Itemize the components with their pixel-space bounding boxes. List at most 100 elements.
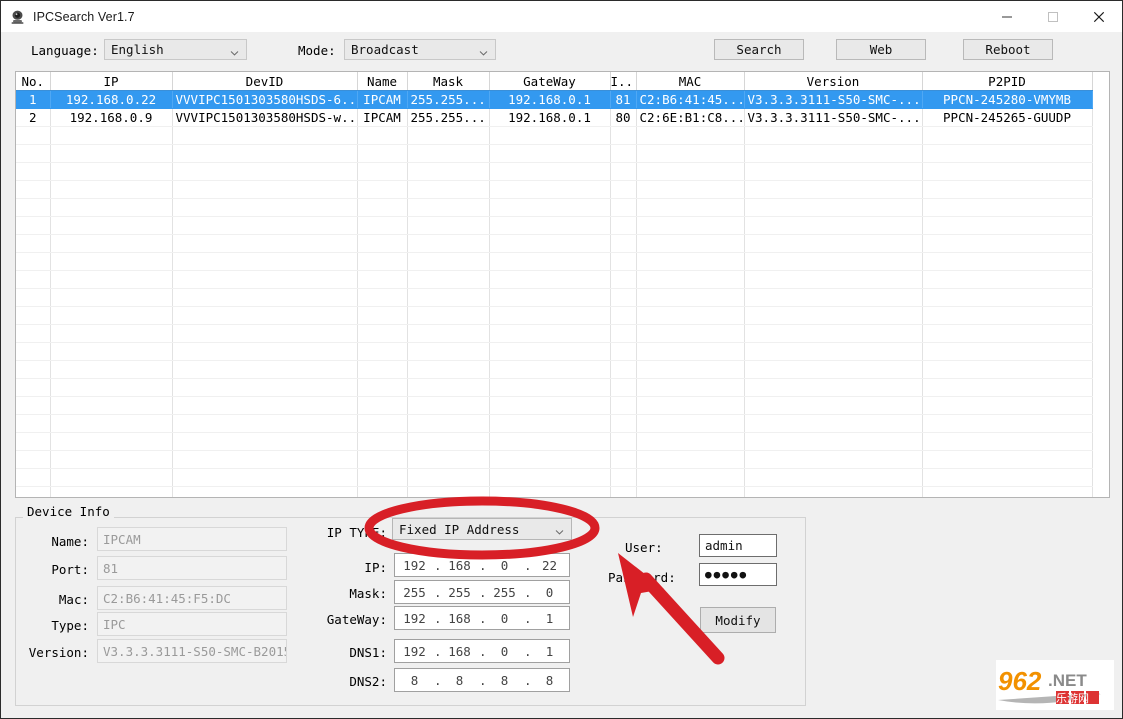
table-header-cell[interactable]: Version [744, 72, 923, 91]
table-row-empty[interactable] [16, 126, 1093, 145]
gateway-octet[interactable]: 192 [395, 611, 434, 626]
table-row-empty[interactable] [16, 324, 1093, 343]
password-input[interactable]: ●●●●● [699, 563, 777, 586]
title-bar-left: IPCSearch Ver1.7 [10, 1, 135, 32]
table-cell-empty [922, 216, 1093, 235]
type-field[interactable]: IPC [97, 612, 287, 636]
table-cell-empty [16, 342, 51, 361]
dns2-input[interactable]: 8.8.8.8 [394, 668, 570, 692]
mask-input[interactable]: 255. 255. 255. 0 [394, 580, 570, 604]
table-cell-empty [744, 180, 923, 199]
ip-octet[interactable]: 168 [440, 558, 479, 573]
table-row-empty[interactable] [16, 216, 1093, 235]
dns1-input[interactable]: 192. 168. 0. 1 [394, 639, 570, 663]
table-row-empty[interactable] [16, 270, 1093, 289]
table-header-cell[interactable]: GateWay [489, 72, 611, 91]
table-header-cell[interactable]: I... [610, 72, 637, 91]
mask-octet[interactable]: 0 [530, 585, 569, 600]
chevron-down-icon [230, 45, 239, 56]
table-row-empty[interactable] [16, 198, 1093, 217]
table-row-empty[interactable] [16, 432, 1093, 451]
ip-octet[interactable]: 0 [485, 558, 524, 573]
port-field[interactable]: 81 [97, 556, 287, 580]
table-row-empty[interactable] [16, 288, 1093, 307]
table-cell-empty [16, 306, 51, 325]
gateway-octet[interactable]: 1 [530, 611, 569, 626]
table-header-cell[interactable]: Name [357, 72, 408, 91]
table-row-empty[interactable] [16, 162, 1093, 181]
mode-select[interactable]: Broadcast [344, 39, 496, 60]
ip-input[interactable]: 192. 168. 0. 22 [394, 553, 570, 577]
table-row-empty[interactable] [16, 252, 1093, 271]
table-cell-empty [50, 288, 173, 307]
maximize-button[interactable] [1030, 1, 1076, 32]
table-cell-empty [636, 162, 745, 181]
table-row-empty[interactable] [16, 468, 1093, 487]
mask-octet[interactable]: 255 [395, 585, 434, 600]
dns2-octet[interactable]: 8 [485, 673, 524, 688]
gateway-octet[interactable]: 0 [485, 611, 524, 626]
dns2-octet[interactable]: 8 [440, 673, 479, 688]
table-cell-empty [489, 288, 611, 307]
table-row[interactable]: 2 192.168.0.9 VVVIPC1501303580HSDS-w... IPC… [16, 108, 1093, 127]
table-row[interactable]: 1 192.168.0.22 VVVIPC1501303580HSDS-6... IP… [16, 90, 1093, 109]
modify-button[interactable]: Modify [700, 607, 776, 633]
table-header-cell[interactable]: No. [16, 72, 51, 91]
table-cell-empty [357, 414, 408, 433]
table-row-empty[interactable] [16, 234, 1093, 253]
dns1-octet[interactable]: 192 [395, 644, 434, 659]
table-row-empty[interactable] [16, 144, 1093, 163]
language-select[interactable]: English [104, 39, 247, 60]
dns1-octet[interactable]: 0 [485, 644, 524, 659]
table-row-empty[interactable] [16, 396, 1093, 415]
table-cell-empty [744, 414, 923, 433]
table-cell-empty [610, 378, 637, 397]
dns1-octet[interactable]: 1 [530, 644, 569, 659]
table-cell-empty [636, 432, 745, 451]
table-header-cell[interactable]: Mask [407, 72, 490, 91]
table-header-cell[interactable]: MAC [636, 72, 745, 91]
mask-octet[interactable]: 255 [485, 585, 524, 600]
table-cell: V3.3.3.3111-S50-SMC-... [744, 90, 923, 109]
dns1-octet[interactable]: 168 [440, 644, 479, 659]
table-header-cell[interactable]: IP [50, 72, 173, 91]
search-button[interactable]: Search [714, 39, 804, 60]
table-header-cell[interactable]: P2PID [922, 72, 1093, 91]
web-button[interactable]: Web [836, 39, 926, 60]
gateway-input[interactable]: 192. 168. 0. 1 [394, 606, 570, 630]
table-header-cell[interactable]: DevID [172, 72, 358, 91]
ip-type-select[interactable]: Fixed IP Address [392, 518, 572, 540]
table-cell: PPCN-245280-VMYMB [922, 90, 1093, 109]
table-row-empty[interactable] [16, 378, 1093, 397]
minimize-button[interactable] [984, 1, 1030, 32]
device-table-container[interactable]: No.IPDevIDNameMaskGateWayI...MACVersionP… [15, 71, 1110, 498]
mask-octet[interactable]: 255 [440, 585, 479, 600]
table-row-empty[interactable] [16, 414, 1093, 433]
ip-octet[interactable]: 192 [395, 558, 434, 573]
reboot-button[interactable]: Reboot [963, 39, 1053, 60]
close-button[interactable] [1076, 1, 1122, 32]
table-cell-empty [407, 126, 490, 145]
table-row-empty[interactable] [16, 180, 1093, 199]
table-cell-empty [357, 432, 408, 451]
user-input[interactable]: admin [699, 534, 777, 557]
dns2-octet[interactable]: 8 [530, 673, 569, 688]
table-row-empty[interactable] [16, 450, 1093, 469]
name-field[interactable]: IPCAM [97, 527, 287, 551]
table-cell-empty [922, 306, 1093, 325]
ip-label: IP: [364, 560, 387, 575]
ip-octet[interactable]: 22 [530, 558, 569, 573]
table-row-empty[interactable] [16, 486, 1093, 497]
table-row-empty[interactable] [16, 360, 1093, 379]
table-cell-empty [636, 342, 745, 361]
svg-text:乐游网: 乐游网 [1056, 692, 1089, 705]
table-cell-empty [50, 414, 173, 433]
gateway-octet[interactable]: 168 [440, 611, 479, 626]
mac-field[interactable]: C2:B6:41:45:F5:DC [97, 586, 287, 610]
table-row-empty[interactable] [16, 342, 1093, 361]
table-cell-empty [636, 288, 745, 307]
version-field[interactable]: V3.3.3.3111-S50-SMC-B20150 [97, 639, 287, 663]
dns2-octet[interactable]: 8 [395, 673, 434, 688]
table-row-empty[interactable] [16, 306, 1093, 325]
table-cell-empty [357, 144, 408, 163]
